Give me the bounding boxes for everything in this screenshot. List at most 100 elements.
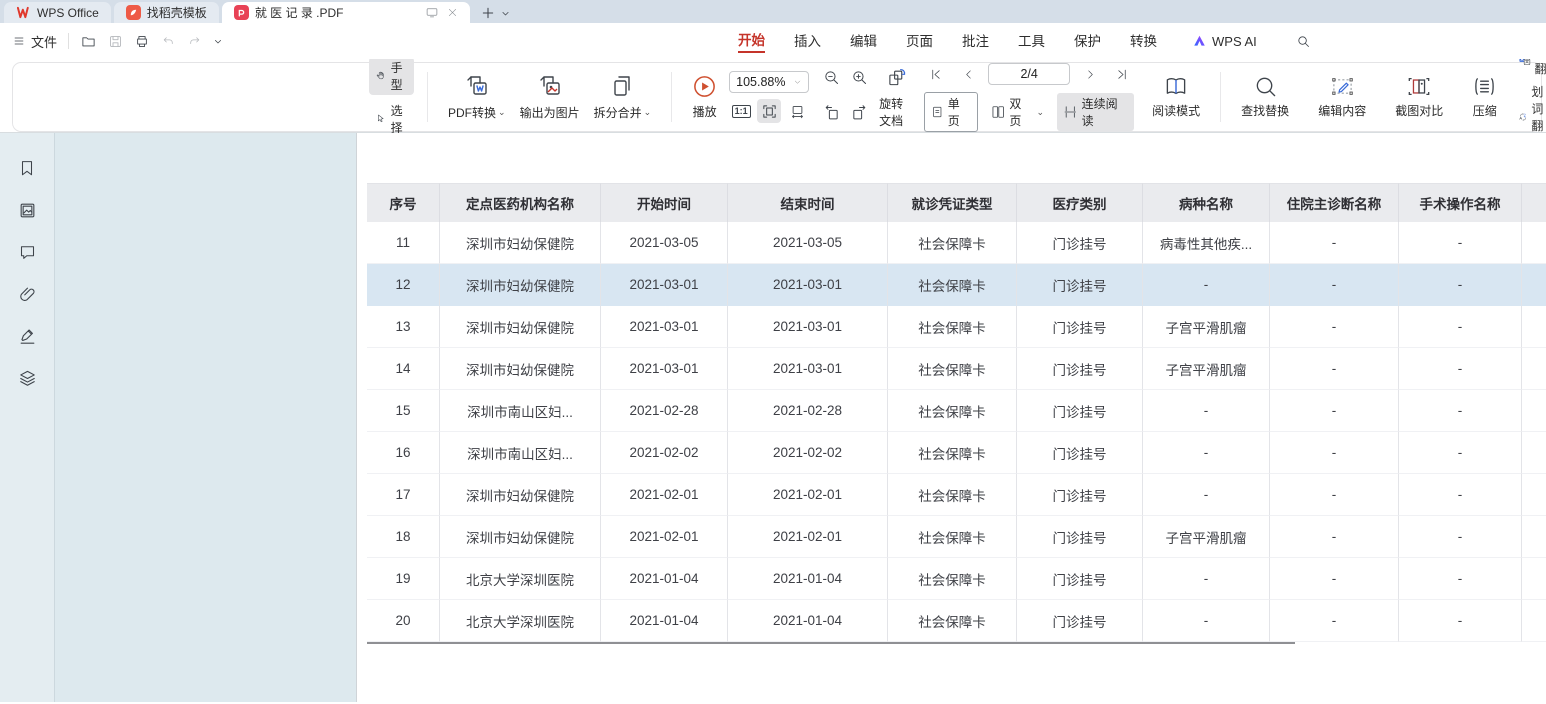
rotate-document-icon [887,68,907,87]
edit-content-button[interactable]: 编辑内容 [1311,75,1373,119]
chevron-down-icon: ⌄ [498,107,506,118]
actual-size-button[interactable]: 1:1 [729,99,753,123]
find-replace-button[interactable]: 查找替换 [1234,75,1296,119]
table-cell: - [1270,390,1399,432]
next-page-button[interactable] [1078,62,1102,86]
double-page-mode-button[interactable]: 双页 ⌄ [985,93,1050,131]
previous-page-button[interactable] [956,62,980,86]
table-cell: - [1399,516,1522,558]
select-tool-button[interactable]: 选择 [369,100,414,138]
ribbon-tab-insert[interactable]: 插入 [794,30,821,52]
tab-pdf-document[interactable]: 就 医 记 录 .PDF [222,2,470,23]
pdf-page-canvas[interactable]: 序号定点医药机构名称开始时间结束时间就诊凭证类型医疗类别病种名称住院主诊断名称手… [357,133,1546,702]
page-number-input[interactable]: 2/4 [988,63,1070,85]
ribbon-tab-annotate[interactable]: 批注 [962,30,989,52]
zoom-level-select[interactable]: 105.88% [729,71,809,93]
rotate-right-icon [851,104,868,121]
table-cell: 11 [367,222,440,264]
rotate-right-button[interactable] [847,100,871,124]
pdf-convert-label: PDF转换 [448,104,496,121]
ribbon-tab-page[interactable]: 页面 [906,30,933,52]
table-cell: 深圳市南山区妇... [440,432,601,474]
layers-icon[interactable] [16,367,38,389]
chevron-down-icon: ⌄ [1036,107,1044,118]
ribbon-tab-protect[interactable]: 保护 [1074,30,1101,52]
tab-wps-office[interactable]: WPS Office [4,2,111,23]
table-row: 11深圳市妇幼保健院2021-03-052021-03-05社会保障卡门诊挂号病… [367,222,1546,264]
last-page-button[interactable] [1110,62,1134,86]
fit-width-button[interactable] [785,99,809,123]
divider [68,33,69,49]
table-cell: 门诊挂号 [1017,558,1143,600]
zoom-out-icon [823,69,840,86]
quick-access-chevron-icon[interactable] [213,37,223,46]
rotate-document-icon-button[interactable] [885,65,909,89]
split-merge-button[interactable]: 拆分合并⌄ [587,74,659,121]
medical-records-table: 序号定点医药机构名称开始时间结束时间就诊凭证类型医疗类别病种名称住院主诊断名称手… [367,183,1546,642]
wps-ai-button[interactable]: WPS AI [1192,34,1257,49]
zoom-out-button[interactable] [819,65,843,89]
table-cell: 门诊挂号 [1017,222,1143,264]
screenshot-compare-button[interactable]: 截图对比 [1388,75,1450,119]
reading-mode-button[interactable]: 阅读模式 [1145,75,1207,119]
save-icon[interactable] [108,34,123,49]
search-icon[interactable] [1296,34,1311,49]
present-monitor-icon[interactable] [425,6,439,19]
bookmark-icon[interactable] [16,157,38,179]
fit-page-button[interactable] [757,99,781,123]
divider [427,72,428,122]
first-page-button[interactable] [924,62,948,86]
table-row: 16深圳市南山区妇...2021-02-022021-02-02社会保障卡门诊挂… [367,432,1546,474]
zoom-in-button[interactable] [847,65,871,89]
ribbon-tab-start[interactable]: 开始 [738,29,765,53]
ribbon-tab-tools[interactable]: 工具 [1018,30,1045,52]
hand-tool-button[interactable]: 手型 [369,57,414,95]
redo-icon[interactable] [187,35,202,48]
table-cell [1522,600,1546,642]
table-cell: 2021-01-04 [601,558,728,600]
tab-list-chevron-icon[interactable] [501,9,510,18]
tab-docer-templates[interactable]: 找稻壳模板 [114,2,219,23]
table-cell: - [1399,222,1522,264]
table-cell: 门诊挂号 [1017,264,1143,306]
table-cell: 社会保障卡 [888,306,1017,348]
single-page-mode-button[interactable]: 单页 [924,92,978,132]
print-icon[interactable] [134,34,150,49]
rotate-left-button[interactable] [819,100,843,124]
play-label: 播放 [693,103,717,120]
table-cell: 子宫平滑肌瘤 [1143,306,1270,348]
open-folder-icon[interactable] [80,34,97,49]
thumbnail-icon[interactable] [16,199,38,221]
table-cell: 2021-03-01 [601,348,728,390]
ribbon-tab-convert[interactable]: 转换 [1130,30,1157,52]
pdf-convert-button[interactable]: PDF转换⌄ [441,74,513,121]
column-header: 住院主诊断名称 [1270,183,1399,222]
play-button[interactable]: 播放 [685,74,724,120]
table-row: 17深圳市妇幼保健院2021-02-012021-02-01社会保障卡门诊挂号-… [367,474,1546,516]
column-header: 就诊凭证类型 [888,183,1017,222]
table-cell: 2021-01-04 [601,600,728,642]
table-row: 20北京大学深圳医院2021-01-042021-01-04社会保障卡门诊挂号-… [367,600,1546,642]
close-tab-icon[interactable] [447,7,458,18]
rotate-document-label[interactable]: 旋转文档 [879,95,909,129]
table-header-row: 序号定点医药机构名称开始时间结束时间就诊凭证类型医疗类别病种名称住院主诊断名称手… [367,183,1546,222]
undo-icon[interactable] [161,35,176,48]
table-cell: 子宫平滑肌瘤 [1143,516,1270,558]
table-cell: 社会保障卡 [888,348,1017,390]
file-menu-button[interactable]: 文件 [12,32,57,51]
table-cell: 2021-02-01 [728,474,888,516]
continuous-reading-button[interactable]: 连续阅读 [1057,93,1134,131]
compress-button[interactable]: 压缩 [1465,75,1504,119]
attachment-icon[interactable] [16,283,38,305]
comment-icon[interactable] [16,241,38,263]
table-cell: 社会保障卡 [888,600,1017,642]
signature-pen-icon[interactable] [16,325,38,347]
table-cell: - [1143,474,1270,516]
ribbon-tab-edit[interactable]: 编辑 [850,30,877,52]
new-tab-icon[interactable] [481,6,495,20]
export-as-image-button[interactable]: 输出为图片 [513,74,587,121]
table-cell: 14 [367,348,440,390]
single-page-icon [931,105,944,119]
table-cell: 12 [367,264,440,306]
column-header: 医疗类别 [1017,183,1143,222]
